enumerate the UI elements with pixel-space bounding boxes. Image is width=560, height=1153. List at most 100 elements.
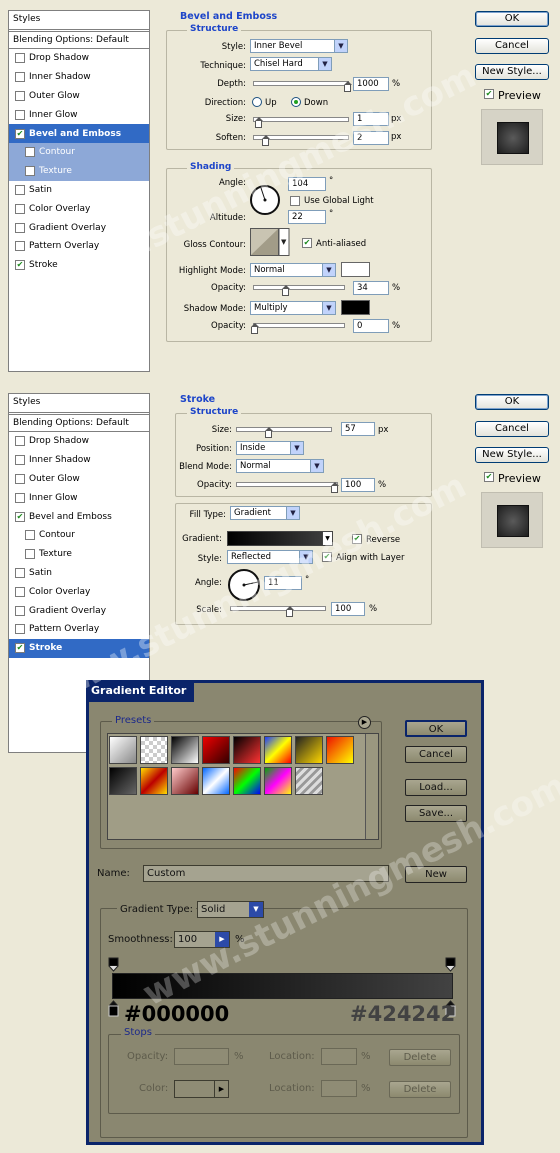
style-checkbox[interactable] xyxy=(15,260,25,271)
cancel-button[interactable]: Cancel xyxy=(405,746,467,763)
style-item-color-overlay[interactable]: Color Overlay xyxy=(9,582,149,601)
style-checkbox[interactable] xyxy=(15,567,25,578)
style-item-pattern-overlay[interactable]: Pattern Overlay xyxy=(9,620,149,639)
ok-button[interactable]: OK xyxy=(475,394,549,410)
technique-select[interactable]: Chisel Hard ▼ xyxy=(250,57,332,71)
align-layer-checkbox[interactable] xyxy=(322,552,332,562)
new-button[interactable]: New xyxy=(405,866,467,883)
blending-options[interactable]: Blending Options: Default xyxy=(9,31,149,49)
presets-scrollbar[interactable] xyxy=(365,734,378,839)
delete-opacity-button[interactable]: Delete xyxy=(389,1049,451,1066)
style-checkbox[interactable] xyxy=(15,90,25,101)
gloss-contour-swatch[interactable]: ▼ xyxy=(250,228,290,256)
shadow-color-swatch[interactable] xyxy=(341,300,370,315)
scale-slider[interactable] xyxy=(230,606,326,617)
opacity-stop-right[interactable] xyxy=(445,957,456,972)
stop-location-input[interactable] xyxy=(321,1048,357,1065)
style-checkbox[interactable] xyxy=(25,549,35,560)
style-item-contour[interactable]: Contour xyxy=(9,142,149,162)
blend-mode-select[interactable]: Normal ▼ xyxy=(236,459,324,473)
gradient-type-select[interactable]: Solid ▼ xyxy=(197,901,264,918)
save-button[interactable]: Save... xyxy=(405,805,467,822)
preset-swatch[interactable] xyxy=(264,736,292,764)
gradient-bar[interactable] xyxy=(112,973,453,999)
style-item-satin[interactable]: Satin xyxy=(9,564,149,583)
style-checkbox[interactable] xyxy=(15,624,25,635)
style-checkbox[interactable] xyxy=(25,147,35,158)
style-checkbox[interactable] xyxy=(15,492,25,503)
style-checkbox[interactable] xyxy=(15,222,25,233)
preset-swatch[interactable] xyxy=(326,736,354,764)
fill-type-select[interactable]: Gradient ▼ xyxy=(230,506,300,520)
smoothness-input[interactable]: 100 ▶ xyxy=(174,931,230,948)
presets-menu-icon[interactable]: ▶ xyxy=(358,716,371,729)
style-checkbox[interactable] xyxy=(15,643,25,654)
style-checkbox[interactable] xyxy=(15,241,25,252)
size-input[interactable]: 1 xyxy=(353,112,389,126)
preset-swatch[interactable] xyxy=(140,736,168,764)
blending-options[interactable]: Blending Options: Default xyxy=(9,414,149,432)
shadow-mode-select[interactable]: Multiply ▼ xyxy=(250,301,336,315)
preview-checkbox[interactable] xyxy=(484,89,494,99)
style-item-inner-shadow[interactable]: Inner Shadow xyxy=(9,68,149,87)
style-item-satin[interactable]: Satin xyxy=(9,181,149,200)
position-select[interactable]: Inside ▼ xyxy=(236,441,304,455)
cancel-button[interactable]: Cancel xyxy=(475,421,549,437)
style-item-stroke[interactable]: Stroke xyxy=(9,256,149,275)
highlight-opacity-slider[interactable] xyxy=(253,285,345,296)
style-checkbox[interactable] xyxy=(25,166,35,177)
direction-down-radio[interactable] xyxy=(291,97,301,107)
style-checkbox[interactable] xyxy=(15,109,25,120)
new-style-button[interactable]: New Style... xyxy=(475,64,549,80)
style-checkbox[interactable] xyxy=(15,605,25,616)
preset-swatch[interactable] xyxy=(171,736,199,764)
style-checkbox[interactable] xyxy=(15,184,25,195)
opacity-slider[interactable] xyxy=(236,482,339,493)
preset-swatch[interactable] xyxy=(233,767,261,795)
size-input[interactable]: 57 xyxy=(341,422,375,436)
anti-aliased-checkbox[interactable] xyxy=(302,238,312,248)
preset-swatch[interactable] xyxy=(295,736,323,764)
style-checkbox[interactable] xyxy=(15,436,25,447)
style-item-outer-glow[interactable]: Outer Glow xyxy=(9,470,149,489)
style-item-color-overlay[interactable]: Color Overlay xyxy=(9,199,149,218)
load-button[interactable]: Load... xyxy=(405,779,467,796)
size-slider[interactable] xyxy=(253,117,349,128)
ok-button[interactable]: OK xyxy=(475,11,549,27)
depth-slider[interactable] xyxy=(253,81,352,92)
style-checkbox[interactable] xyxy=(15,203,25,214)
stop-location2-input[interactable] xyxy=(321,1080,357,1097)
preset-swatch[interactable] xyxy=(233,736,261,764)
style-item-texture[interactable]: Texture xyxy=(9,161,149,181)
color-stop-left[interactable] xyxy=(108,1000,119,1017)
style-item-pattern-overlay[interactable]: Pattern Overlay xyxy=(9,237,149,256)
size-slider[interactable] xyxy=(236,427,332,438)
cancel-button[interactable]: Cancel xyxy=(475,38,549,54)
opacity-stop-left[interactable] xyxy=(108,957,119,972)
style-item-bevel-and-emboss[interactable]: Bevel and Emboss xyxy=(9,124,149,143)
style-item-gradient-overlay[interactable]: Gradient Overlay xyxy=(9,218,149,237)
direction-up-radio[interactable] xyxy=(252,97,262,107)
style-item-inner-glow[interactable]: Inner Glow xyxy=(9,488,149,507)
style-item-drop-shadow[interactable]: Drop Shadow xyxy=(9,49,149,68)
angle-input[interactable]: 104 xyxy=(288,177,326,191)
style-select[interactable]: Inner Bevel ▼ xyxy=(250,39,348,53)
style-item-stroke[interactable]: Stroke xyxy=(9,638,149,658)
global-light-checkbox[interactable] xyxy=(290,196,300,206)
highlight-opacity-input[interactable]: 34 xyxy=(353,281,389,295)
style-item-inner-glow[interactable]: Inner Glow xyxy=(9,105,149,124)
style-item-bevel-and-emboss[interactable]: Bevel and Emboss xyxy=(9,507,149,526)
angle-input[interactable]: 11 xyxy=(264,576,302,590)
style-checkbox[interactable] xyxy=(15,72,25,83)
style-checkbox[interactable] xyxy=(15,511,25,522)
reverse-checkbox[interactable] xyxy=(352,534,362,544)
angle-dial[interactable] xyxy=(249,184,281,216)
preset-swatch[interactable] xyxy=(109,736,137,764)
delete-color-button[interactable]: Delete xyxy=(389,1081,451,1098)
soften-slider[interactable] xyxy=(253,135,349,146)
preset-swatch[interactable] xyxy=(264,767,292,795)
opacity-input[interactable]: 100 xyxy=(341,478,375,492)
style-item-drop-shadow[interactable]: Drop Shadow xyxy=(9,432,149,451)
style-item-texture[interactable]: Texture xyxy=(9,545,149,564)
style-checkbox[interactable] xyxy=(25,530,35,541)
